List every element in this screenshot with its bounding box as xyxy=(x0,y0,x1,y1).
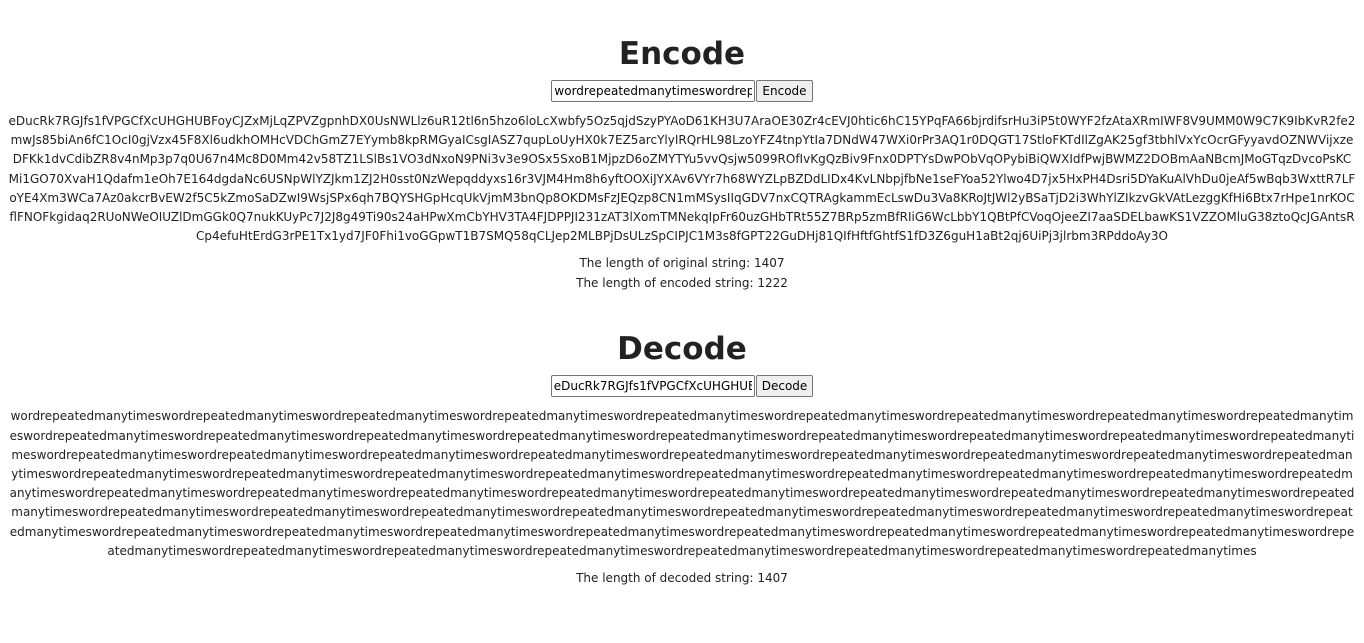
encode-section: Encode Encode eDucRk7RGJfs1fVPGCfXcUHGHU… xyxy=(0,0,1364,293)
decode-stats: The length of decoded string: 1407 xyxy=(576,569,788,589)
encode-heading: Encode xyxy=(618,36,746,72)
decoded-length-text: The length of decoded string: 1407 xyxy=(576,571,788,586)
encoded-length-text: The length of encoded string: 1222 xyxy=(576,275,788,290)
decode-heading: Decode xyxy=(617,331,747,368)
encode-stats: The length of original string: 1407 The … xyxy=(576,254,788,293)
decoded-output: wordrepeatedmanytimeswordrepeatedmanytim… xyxy=(9,409,1355,558)
encoded-output: eDucRk7RGJfs1fVPGCfXcUHGHUBFoyCJZxMjLqZP… xyxy=(8,114,1356,244)
decode-section: Decode Decode wordrepeatedmanytimeswordr… xyxy=(0,293,1364,588)
decode-button[interactable]: Decode xyxy=(755,375,814,398)
decode-form: Decode xyxy=(550,375,814,398)
encode-button[interactable]: Encode xyxy=(756,80,813,102)
encode-form: Encode xyxy=(551,80,813,102)
decode-input[interactable] xyxy=(550,375,755,398)
original-length-text: The length of original string: 1407 xyxy=(579,256,785,271)
encode-input[interactable] xyxy=(551,80,756,102)
